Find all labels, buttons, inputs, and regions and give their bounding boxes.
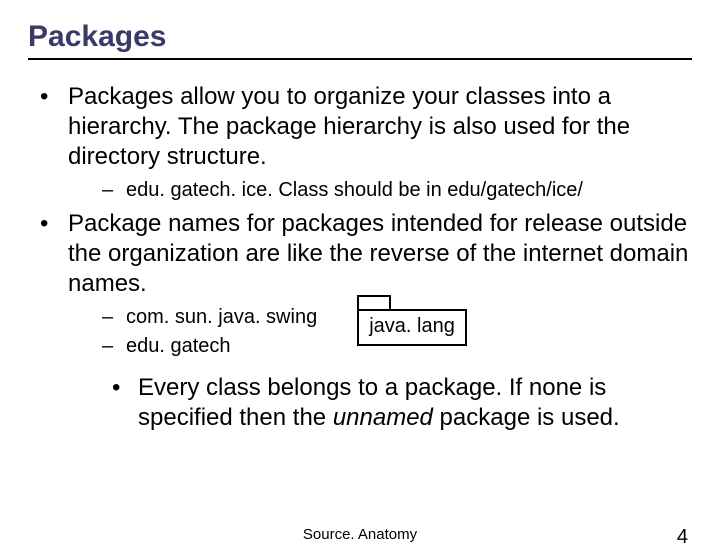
footer-page-number: 4 — [677, 526, 688, 549]
bullet-2-text: Package names for packages intended for … — [68, 210, 688, 297]
package-uml-icon: java. lang — [357, 295, 467, 346]
package-uml-wrap: java. lang — [357, 295, 467, 346]
bullet-2-sub-1: com. sun. java. swing — [68, 305, 317, 330]
slide-title: Packages — [28, 20, 692, 54]
bullet-1-sub-1: edu. gatech. ice. Class should be in edu… — [68, 178, 692, 203]
bullet-2-subrow: com. sun. java. swing edu. gatech java. … — [68, 299, 692, 363]
package-tab-icon — [357, 295, 391, 309]
bullet-2: Package names for packages intended for … — [28, 209, 692, 433]
bullet-1: Packages allow you to organize your clas… — [28, 82, 692, 203]
bullet-2-lvl3: Every class belongs to a package. If non… — [68, 373, 692, 433]
bullet-2-lvl3-post: package is used. — [433, 404, 620, 431]
slide: Packages Packages allow you to organize … — [0, 0, 720, 540]
bullet-2-sublist: com. sun. java. swing edu. gatech — [68, 305, 317, 359]
package-body-label: java. lang — [357, 309, 467, 346]
footer-center: Source. Anatomy — [303, 526, 417, 543]
slide-body: Packages allow you to organize your clas… — [28, 82, 692, 433]
bullet-1-sublist: edu. gatech. ice. Class should be in edu… — [68, 178, 692, 203]
bullet-1-text: Packages allow you to organize your clas… — [68, 83, 630, 170]
bullet-list: Packages allow you to organize your clas… — [28, 82, 692, 433]
bullet-2-sublist-col: com. sun. java. swing edu. gatech — [68, 299, 317, 363]
title-rule — [28, 58, 692, 60]
bullet-2-lvl3-em: unnamed — [333, 404, 433, 431]
bullet-2-lvl3-item: Every class belongs to a package. If non… — [68, 373, 692, 433]
bullet-2-sub-2: edu. gatech — [68, 334, 317, 359]
